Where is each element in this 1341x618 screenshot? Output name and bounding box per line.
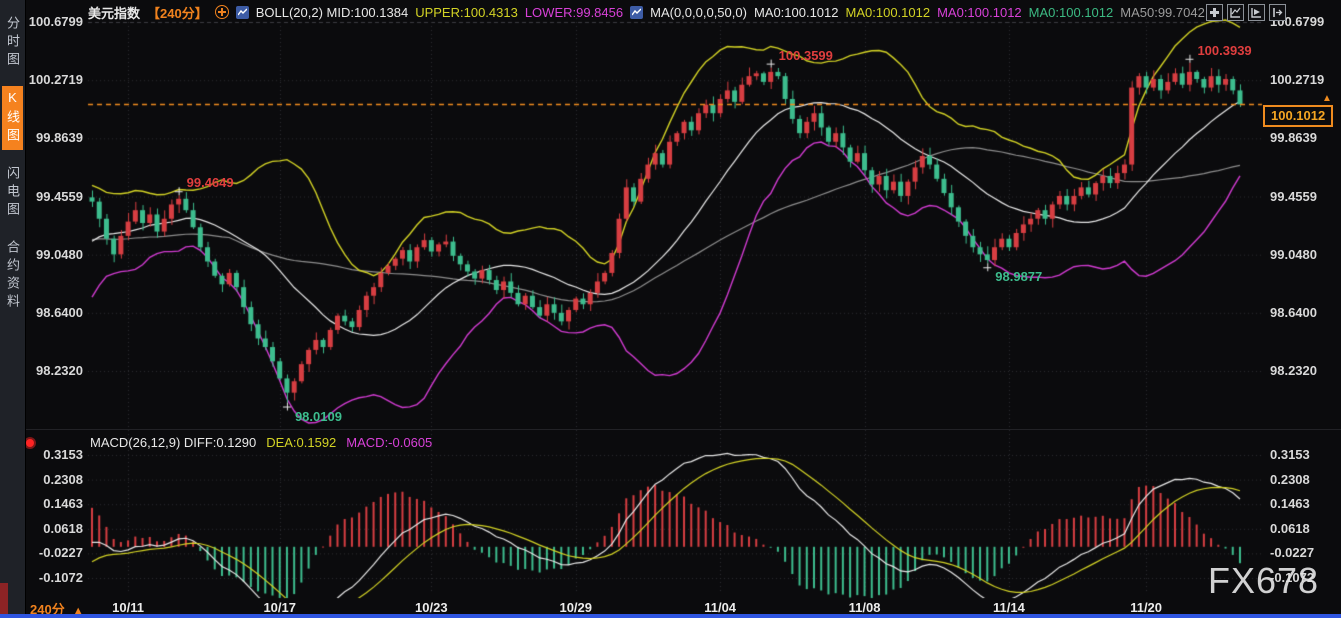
date-label: 11/08 xyxy=(849,600,881,615)
date-label: 11/20 xyxy=(1130,600,1162,615)
macd-axis-label-left: 0.2308 xyxy=(25,472,83,487)
ma0-yellow-value: MA0:100.1012 xyxy=(846,5,931,20)
macd-axis-label-left: 0.0618 xyxy=(25,521,83,536)
ma0-white-value: MA0:100.1012 xyxy=(754,5,839,20)
watermark: FX678 xyxy=(1208,560,1319,602)
date-label: 10/29 xyxy=(559,600,592,615)
price-axis-label-left: 100.2719 xyxy=(25,72,83,87)
price-up-arrow-icon: ▲ xyxy=(1322,93,1332,104)
sidebar-item-contract-info[interactable]: 合约资料 xyxy=(2,236,23,316)
add-indicator-icon[interactable] xyxy=(215,5,229,19)
boll-upper-value: UPPER:100.4313 xyxy=(415,5,518,20)
sidebar-item-time-chart[interactable]: 分时图 xyxy=(2,12,23,74)
sidebar-bottom-marker xyxy=(0,583,8,614)
price-axis-label-right: 99.4559 xyxy=(1270,189,1317,204)
price-axis-label-left: 99.4559 xyxy=(25,189,83,204)
sidebar: 分时图 K线图 闪电图 合约资料 xyxy=(0,0,26,618)
macd-axis-label-right: 0.3153 xyxy=(1270,447,1310,462)
price-axis-label-left: 99.0480 xyxy=(25,247,83,262)
boll-values: BOLL(20,2) MID:100.1384 xyxy=(256,5,408,20)
macd-axis-label-left: 0.3153 xyxy=(25,447,83,462)
price-axis-label-right: 98.6400 xyxy=(1270,305,1317,320)
bottom-accent-bar xyxy=(0,614,1341,618)
main-indicator-bar: 美元指数 【240分】 BOLL(20,2) MID:100.1384 UPPE… xyxy=(88,3,1205,21)
macd-axis-label-left: -0.0227 xyxy=(25,545,83,560)
date-label: 11/04 xyxy=(704,600,736,615)
macd-axis-label-right: -0.0227 xyxy=(1270,545,1314,560)
macd-value: MACD:-0.0605 xyxy=(346,435,432,450)
macd-dea-value: DEA:0.1592 xyxy=(266,435,336,450)
price-axis-label-left: 99.8639 xyxy=(25,130,83,145)
macd-axis-label-right: 0.1463 xyxy=(1270,496,1310,511)
price-axis-label-left: 98.6400 xyxy=(25,305,83,320)
toolbar-icons xyxy=(1206,4,1286,21)
macd-axis-label-right: 0.0618 xyxy=(1270,521,1310,536)
pane-divider xyxy=(25,429,1341,430)
ma-indicator-icon[interactable] xyxy=(630,6,643,19)
extreme-annotation: 100.3599 xyxy=(779,48,833,63)
boll-lower-value: LOWER:99.8456 xyxy=(525,5,623,20)
extreme-annotation: 100.3939 xyxy=(1197,43,1251,58)
extreme-annotation: 98.9877 xyxy=(995,269,1042,284)
price-axis-label-right: 99.0480 xyxy=(1270,247,1317,262)
period-badge: 【240分】 xyxy=(147,3,208,22)
macd-diff-value: MACD(26,12,9) DIFF:0.1290 xyxy=(90,435,256,450)
play-window-icon[interactable] xyxy=(1248,4,1265,21)
sidebar-item-lightning-chart[interactable]: 闪电图 xyxy=(2,162,23,224)
pan-tool-icon[interactable] xyxy=(1206,4,1223,21)
ma-params: MA(0,0,0,0,50,0) xyxy=(650,5,747,20)
ma0-magenta-value: MA0:100.1012 xyxy=(937,5,1022,20)
chart-app: 分时图 K线图 闪电图 合约资料 美元指数 【240分】 BOLL(20,2) … xyxy=(0,0,1341,618)
macd-axis-label-left: -0.1072 xyxy=(25,570,83,585)
date-label: 10/17 xyxy=(263,600,296,615)
date-label: 11/14 xyxy=(993,600,1025,615)
date-label: 10/23 xyxy=(415,600,448,615)
price-axis-label-right: 100.2719 xyxy=(1270,72,1324,87)
extreme-annotation: 98.0109 xyxy=(295,409,342,424)
price-axis-label-right: 98.2320 xyxy=(1270,363,1317,378)
price-axis-label-left: 98.2320 xyxy=(25,363,83,378)
macd-axis-label-right: 0.2308 xyxy=(1270,472,1310,487)
extreme-annotation: 99.4649 xyxy=(187,175,234,190)
boll-indicator-icon[interactable] xyxy=(236,6,249,19)
indicator-window-icon[interactable] xyxy=(1227,4,1244,21)
date-label: 10/11 xyxy=(112,600,144,615)
price-axis-label-left: 100.6799 xyxy=(25,14,83,29)
price-chart-canvas[interactable] xyxy=(0,0,1341,618)
exit-icon[interactable] xyxy=(1269,4,1286,21)
symbol-title: 美元指数 xyxy=(88,3,140,22)
ma0-green-value: MA0:100.1012 xyxy=(1029,5,1114,20)
price-axis-label-right: 99.8639 xyxy=(1270,130,1317,145)
macd-indicator-bar: MACD(26,12,9) DIFF:0.1290 DEA:0.1592 MAC… xyxy=(90,434,432,450)
ma50-value: MA50:99.7042 xyxy=(1120,5,1205,20)
last-price-tag: 100.1012 xyxy=(1263,105,1333,127)
macd-axis-label-left: 0.1463 xyxy=(25,496,83,511)
sidebar-item-kline-chart[interactable]: K线图 xyxy=(2,86,23,150)
